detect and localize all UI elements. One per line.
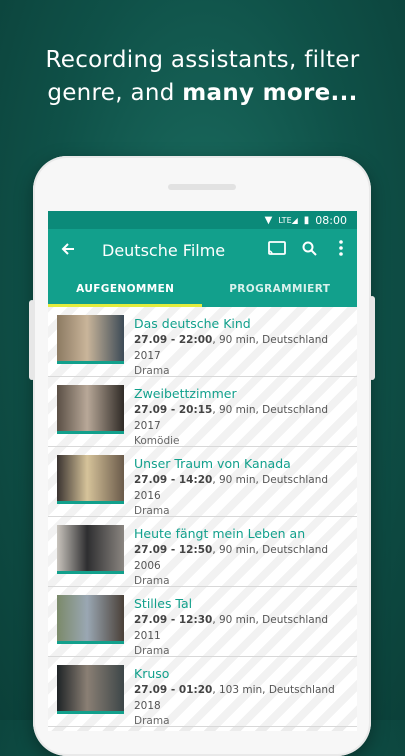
recording-meta: 27.09 - 12:30, 90 min, Deutschland 2011 bbox=[134, 612, 357, 644]
recording-title: Stilles Tal bbox=[134, 596, 193, 611]
recording-title: Zweibettzimmer bbox=[134, 386, 237, 401]
search-icon[interactable] bbox=[293, 241, 325, 260]
tab-bar: AUFGENOMMEN PROGRAMMIERT bbox=[48, 271, 357, 307]
tab-indicator bbox=[48, 304, 202, 307]
status-bar: ▼ LTE◢ ▮ 08:00 bbox=[48, 211, 357, 229]
phone-side-button-right bbox=[369, 296, 375, 380]
list-item[interactable]: Unser Traum von Kanada 27.09 - 14:20, 90… bbox=[48, 447, 357, 517]
back-arrow-icon[interactable] bbox=[48, 238, 88, 262]
phone-screen: ▼ LTE◢ ▮ 08:00 Deutsche Filme AUFGENOMME… bbox=[48, 211, 357, 731]
headline-line-2-bold: many more... bbox=[182, 80, 358, 106]
tab-programmiert[interactable]: PROGRAMMIERT bbox=[203, 271, 358, 307]
list-item[interactable]: Das deutsche Kind 27.09 - 22:00, 90 min,… bbox=[48, 307, 357, 377]
cast-icon[interactable] bbox=[261, 241, 293, 259]
status-time: 08:00 bbox=[315, 213, 347, 227]
headline-line-2: genre, and many more... bbox=[0, 77, 405, 110]
recording-genre: Drama bbox=[134, 715, 170, 727]
recording-title: Kruso bbox=[134, 666, 170, 681]
thumbnail-image bbox=[57, 665, 124, 714]
recording-meta: 27.09 - 01:20, 103 min, Deutschland 2018 bbox=[134, 682, 357, 714]
tab-aufgenommen[interactable]: AUFGENOMMEN bbox=[48, 271, 203, 307]
headline-line-1: Recording assistants, filter bbox=[45, 47, 360, 73]
recording-datetime: 27.09 - 20:15 bbox=[134, 404, 213, 416]
thumbnail-image bbox=[57, 455, 124, 504]
recording-title: Unser Traum von Kanada bbox=[134, 456, 291, 471]
thumbnail-image bbox=[57, 315, 124, 364]
app-bar: Deutsche Filme bbox=[48, 229, 357, 271]
recording-datetime: 27.09 - 14:20 bbox=[134, 474, 213, 486]
recording-datetime: 27.09 - 12:30 bbox=[134, 614, 213, 626]
list-item[interactable]: Zweibettzimmer 27.09 - 20:15, 90 min, De… bbox=[48, 377, 357, 447]
headline-line-2-regular: genre, and bbox=[47, 80, 183, 106]
recording-meta: 27.09 - 12:50, 90 min, Deutschland 2006 bbox=[134, 542, 357, 574]
wifi-icon: ▼ bbox=[264, 214, 273, 226]
thumbnail-image bbox=[57, 525, 124, 574]
thumbnail-image bbox=[57, 385, 124, 434]
recording-title: Heute fängt mein Leben an bbox=[134, 526, 306, 541]
recording-datetime: 27.09 - 12:50 bbox=[134, 544, 213, 556]
promo-headline: Recording assistants, filter genre, and … bbox=[0, 44, 405, 110]
list-item[interactable]: Stilles Tal 27.09 - 12:30, 90 min, Deuts… bbox=[48, 587, 357, 657]
recording-meta: 27.09 - 22:00, 90 min, Deutschland 2017 bbox=[134, 332, 357, 364]
network-label: LTE bbox=[278, 215, 292, 225]
recordings-list: Das deutsche Kind 27.09 - 22:00, 90 min,… bbox=[48, 307, 357, 727]
phone-side-button-left bbox=[29, 300, 35, 380]
battery-icon: ▮ bbox=[303, 214, 310, 226]
list-item[interactable]: Kruso 27.09 - 01:20, 103 min, Deutschlan… bbox=[48, 657, 357, 727]
thumbnail-image bbox=[57, 595, 124, 644]
recording-meta: 27.09 - 14:20, 90 min, Deutschland 2016 bbox=[134, 472, 357, 504]
more-options-icon[interactable] bbox=[325, 240, 357, 260]
recording-title: Das deutsche Kind bbox=[134, 316, 251, 331]
recording-meta: 27.09 - 20:15, 90 min, Deutschland 2017 bbox=[134, 402, 357, 434]
phone-speaker bbox=[168, 184, 236, 190]
page-title: Deutsche Filme bbox=[102, 240, 226, 260]
recording-datetime: 27.09 - 22:00 bbox=[134, 334, 213, 346]
signal-icon: LTE◢ bbox=[278, 215, 298, 225]
list-item[interactable]: Heute fängt mein Leben an 27.09 - 12:50,… bbox=[48, 517, 357, 587]
recording-datetime: 27.09 - 01:20 bbox=[134, 684, 213, 696]
